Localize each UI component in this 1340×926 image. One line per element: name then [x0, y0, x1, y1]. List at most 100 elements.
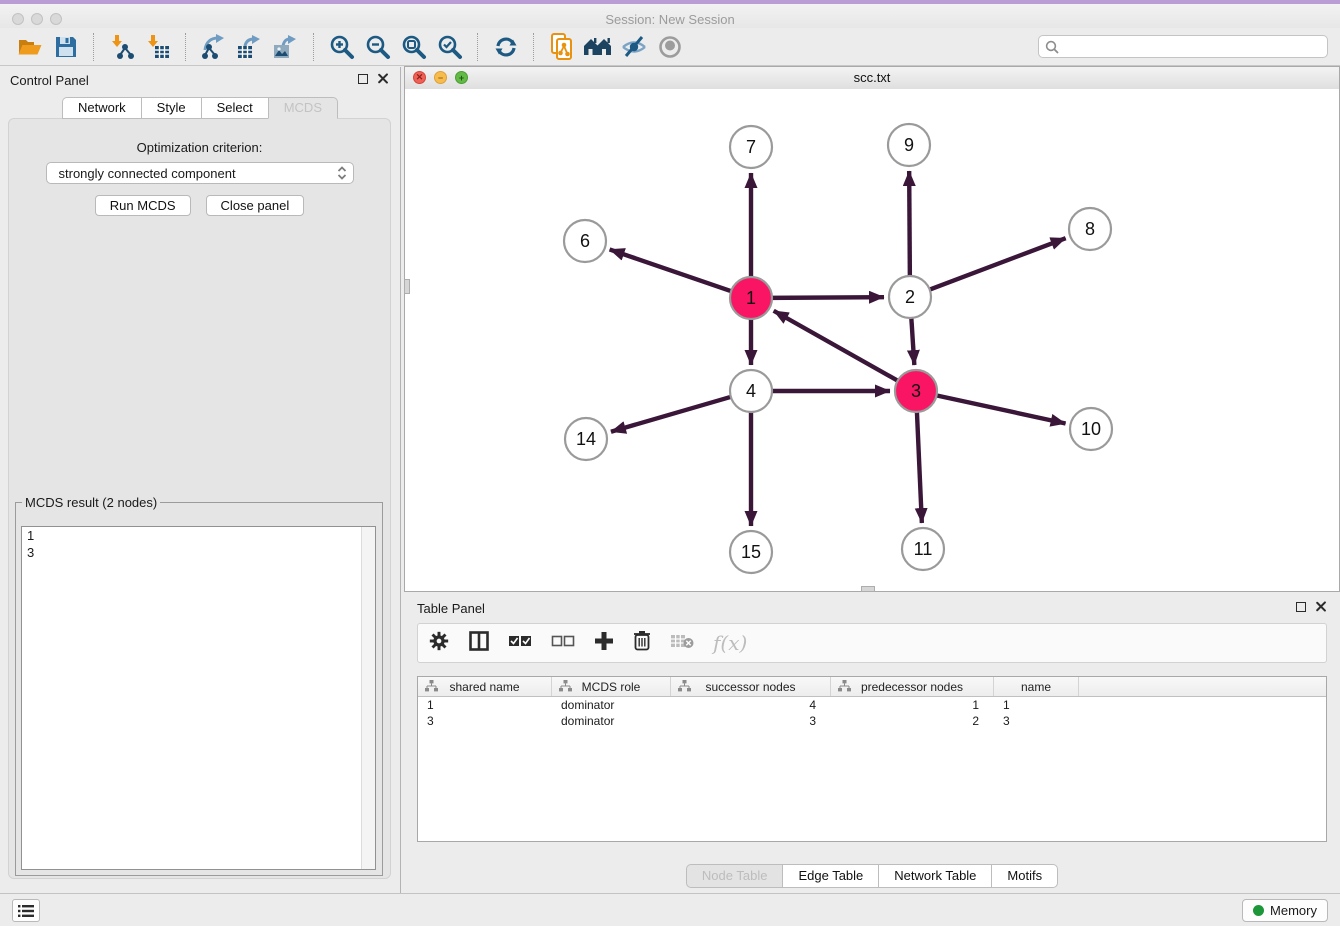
import-table-icon[interactable] — [143, 32, 173, 62]
hide-selected-eye-slash-icon[interactable] — [619, 32, 649, 62]
tab-network-table[interactable]: Network Table — [878, 864, 991, 888]
deselect-all-checkboxes-icon[interactable] — [551, 634, 575, 653]
table-row[interactable]: 1dominator411 — [418, 697, 1326, 713]
criterion-selected-value: strongly connected component — [59, 166, 337, 181]
main-toolbar — [0, 28, 1340, 66]
table-settings-gear-icon[interactable] — [428, 630, 450, 657]
status-bar: Memory — [0, 893, 1340, 926]
graph-edge-2-9[interactable] — [909, 171, 910, 278]
import-network-icon[interactable] — [107, 32, 137, 62]
horizontal-scroll-handle[interactable] — [861, 586, 875, 592]
graph-edge-1-6[interactable] — [610, 249, 733, 291]
graph-edge-3-10[interactable] — [935, 395, 1066, 423]
close-panel-button[interactable]: Close panel — [206, 195, 305, 216]
search-input[interactable] — [1064, 38, 1321, 55]
network-view-window: ✕ − + scc.txt 7968124314101511 — [404, 66, 1340, 592]
toolbar-separator — [533, 33, 535, 61]
svg-text:4: 4 — [746, 381, 756, 401]
svg-text:11: 11 — [914, 539, 933, 559]
column-header-predecessor-nodes[interactable]: predecessor nodes — [831, 677, 994, 696]
svg-text:6: 6 — [580, 231, 590, 251]
graph-node-9[interactable]: 9 — [888, 124, 930, 166]
svg-text:3: 3 — [911, 381, 921, 401]
memory-label: Memory — [1270, 903, 1317, 918]
graph-node-8[interactable]: 8 — [1069, 208, 1111, 250]
tab-node-table[interactable]: Node Table — [686, 864, 783, 888]
toolbar-separator — [313, 33, 315, 61]
select-all-checkboxes-icon[interactable] — [508, 634, 532, 653]
tab-style[interactable]: Style — [141, 97, 201, 119]
run-mcds-button[interactable]: Run MCDS — [95, 195, 191, 216]
criterion-select[interactable]: strongly connected component — [46, 162, 354, 184]
network-canvas[interactable]: 7 9 6 8 1 2 4 3 14 10 15 11 — [405, 89, 1339, 591]
export-image-icon[interactable] — [271, 32, 301, 62]
control-panel-tabs: NetworkStyleSelectMCDS — [0, 97, 400, 119]
open-file-icon[interactable] — [15, 32, 45, 62]
table-cell: 2 — [831, 713, 994, 729]
table-row[interactable]: 3dominator323 — [418, 713, 1326, 729]
tab-mcds[interactable]: MCDS — [268, 97, 338, 119]
network-graph[interactable]: 7 9 6 8 1 2 4 3 14 10 15 11 — [405, 89, 1339, 591]
table-panel-tabs: Node TableEdge TableNetwork TableMotifs — [404, 864, 1340, 888]
delete-column-trash-icon[interactable] — [633, 630, 651, 656]
duplicate-network-icon[interactable] — [547, 32, 577, 62]
show-all-eye-icon — [655, 32, 685, 62]
toolbar-separator — [185, 33, 187, 61]
table-panel-title: Table Panel — [417, 601, 485, 616]
result-scrollbar[interactable] — [361, 527, 375, 869]
search-box — [1038, 35, 1328, 58]
first-neighbors-houses-icon[interactable] — [583, 32, 613, 62]
column-header-shared-name[interactable]: shared name — [418, 677, 552, 696]
table-cell: 1 — [994, 697, 1079, 713]
graph-edge-4-14[interactable] — [611, 396, 733, 431]
float-panel-icon[interactable] — [1296, 602, 1306, 612]
export-table-icon[interactable] — [235, 32, 265, 62]
zoom-selected-icon[interactable] — [435, 32, 465, 62]
vertical-scroll-handle[interactable] — [404, 279, 410, 294]
graph-node-6[interactable]: 6 — [564, 220, 606, 262]
graph-node-4[interactable]: 4 — [730, 370, 772, 412]
add-column-plus-icon[interactable] — [594, 631, 614, 656]
svg-text:10: 10 — [1081, 419, 1101, 439]
refresh-network-icon[interactable] — [491, 32, 521, 62]
graph-node-2[interactable]: 2 — [889, 276, 931, 318]
export-network-icon[interactable] — [199, 32, 229, 62]
graph-edge-2-8[interactable] — [928, 238, 1066, 290]
save-session-icon[interactable] — [51, 32, 81, 62]
control-panel-title: Control Panel — [10, 73, 89, 88]
graph-node-10[interactable]: 10 — [1070, 408, 1112, 450]
table-cell: dominator — [552, 713, 671, 729]
graph-edge-2-3[interactable] — [911, 316, 914, 365]
column-header-name[interactable]: name — [994, 677, 1079, 696]
close-panel-icon[interactable] — [377, 73, 388, 84]
zoom-in-icon[interactable] — [327, 32, 357, 62]
zoom-fit-icon[interactable] — [399, 32, 429, 62]
tab-edge-table[interactable]: Edge Table — [782, 864, 878, 888]
graph-edge-3-11[interactable] — [917, 410, 922, 523]
tab-motifs[interactable]: Motifs — [991, 864, 1058, 888]
graph-node-1[interactable]: 1 — [730, 277, 772, 319]
svg-text:14: 14 — [576, 429, 596, 449]
column-panel-icon[interactable] — [469, 631, 489, 656]
graph-edge-1-2[interactable] — [770, 297, 884, 298]
table-cell: 1 — [831, 697, 994, 713]
graph-node-15[interactable]: 15 — [730, 531, 772, 573]
toolbar-separator — [93, 33, 95, 61]
zoom-out-icon[interactable] — [363, 32, 393, 62]
tab-network[interactable]: Network — [62, 97, 141, 119]
task-history-button[interactable] — [12, 899, 40, 922]
close-panel-icon[interactable] — [1315, 601, 1326, 612]
tab-select[interactable]: Select — [201, 97, 268, 119]
graph-node-11[interactable]: 11 — [902, 528, 944, 570]
float-panel-icon[interactable] — [358, 74, 368, 84]
memory-button[interactable]: Memory — [1242, 899, 1328, 922]
graph-edge-3-1[interactable] — [774, 311, 900, 382]
graph-node-3[interactable]: 3 — [895, 370, 937, 412]
mcds-result-list[interactable]: 13 — [21, 526, 376, 870]
graph-node-14[interactable]: 14 — [565, 418, 607, 460]
table-cell: dominator — [552, 697, 671, 713]
svg-text:15: 15 — [741, 542, 761, 562]
column-header-successor-nodes[interactable]: successor nodes — [671, 677, 831, 696]
graph-node-7[interactable]: 7 — [730, 126, 772, 168]
column-header-MCDS-role[interactable]: MCDS role — [552, 677, 671, 696]
